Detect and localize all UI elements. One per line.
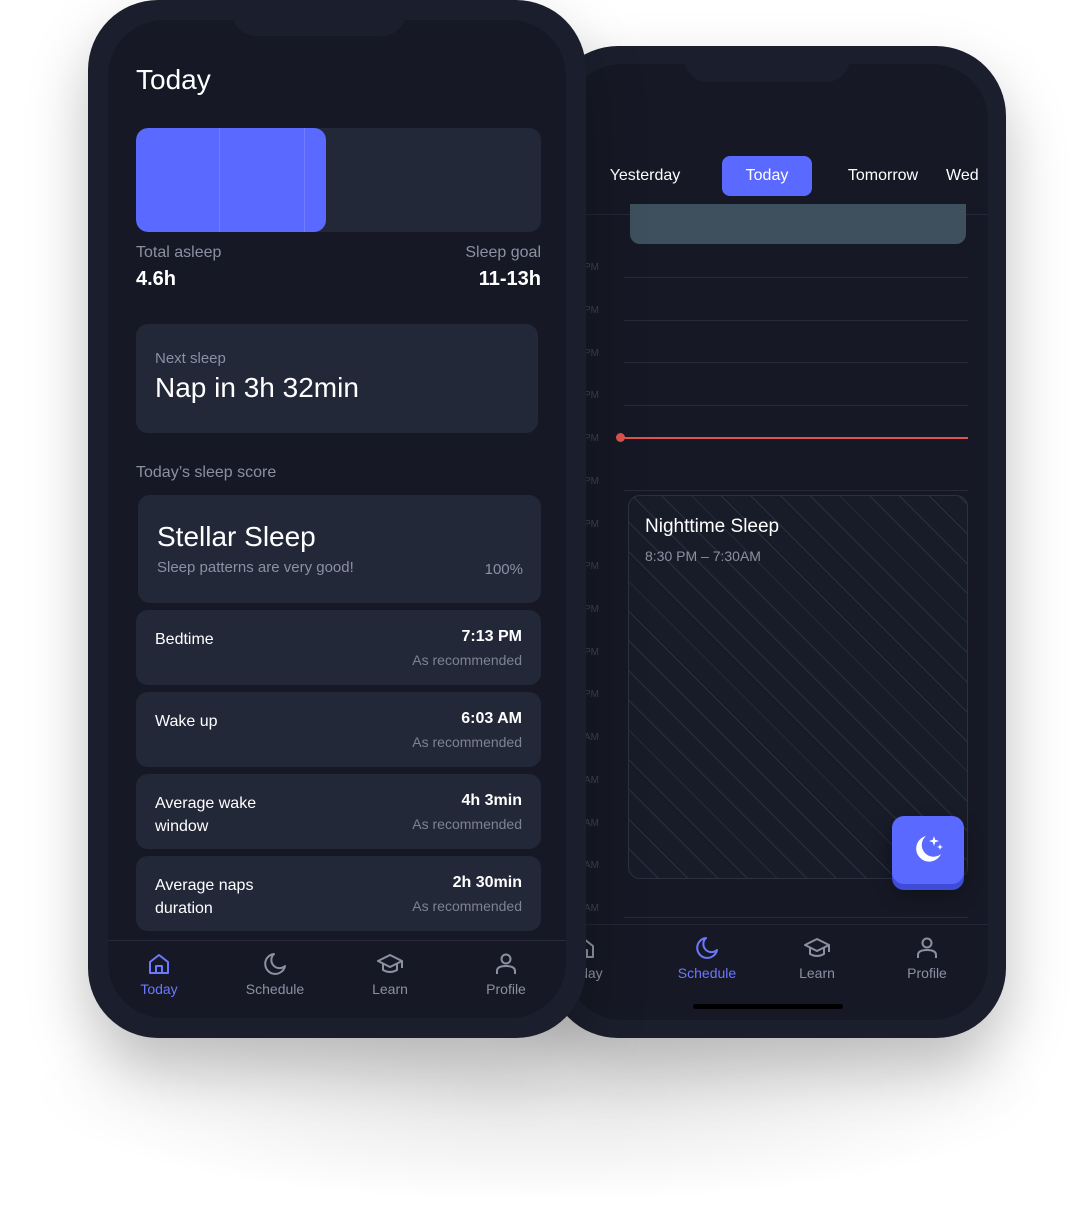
metric-note: As recommended bbox=[412, 898, 522, 914]
home-indicator[interactable] bbox=[693, 1004, 843, 1009]
nav-today[interactable]: Today bbox=[122, 951, 196, 997]
metric-row-wake-up[interactable]: Wake up 6:03 AM As recommended bbox=[136, 692, 541, 767]
day-tab-wed[interactable]: Wed bbox=[946, 156, 988, 196]
hour-label: PM bbox=[584, 519, 599, 530]
nav-schedule[interactable]: Schedule bbox=[230, 951, 320, 997]
hour-label: PM bbox=[584, 305, 599, 316]
metric-note: As recommended bbox=[412, 734, 522, 750]
nav-schedule-label: Schedule bbox=[677, 965, 737, 981]
metric-label: Average wake window bbox=[155, 795, 257, 835]
nav-profile[interactable]: Profile bbox=[467, 951, 545, 997]
sleep-goal-label: Sleep goal bbox=[465, 244, 541, 261]
sleep-goal-value: 11-13h bbox=[478, 268, 541, 290]
day-tab-yesterday[interactable]: Yesterday bbox=[590, 156, 700, 196]
today-screen: Today Total asleep 4.6h Sleep goal 11-13… bbox=[108, 20, 566, 1018]
nav-schedule-label: Schedule bbox=[245, 981, 305, 997]
hour-label: PM bbox=[584, 433, 599, 444]
metric-label: Average naps duration bbox=[155, 877, 254, 917]
next-sleep-card[interactable]: Next sleep Nap in 3h 32min bbox=[136, 324, 538, 433]
day-tab-tomorrow[interactable]: Tomorrow bbox=[828, 156, 938, 196]
nav-profile[interactable]: Profile bbox=[888, 935, 966, 981]
hour-label: AM bbox=[584, 775, 599, 786]
sleep-segment-divider bbox=[304, 128, 305, 232]
hour-label: PM bbox=[584, 561, 599, 572]
sleep-progress-fill bbox=[136, 128, 327, 232]
nav-profile-label: Profile bbox=[907, 965, 947, 981]
sleep-progress-bar bbox=[136, 128, 541, 232]
event-title: Nighttime Sleep bbox=[645, 516, 780, 537]
home-icon bbox=[149, 954, 169, 974]
hour-label: AM bbox=[584, 732, 599, 743]
sleep-score-percent: 100% bbox=[484, 561, 523, 578]
hour-label: PM bbox=[584, 604, 599, 615]
bottom-nav: Today Schedule Learn Profile bbox=[108, 940, 566, 1018]
moon-stars-icon bbox=[916, 836, 943, 862]
hour-label: PM bbox=[584, 262, 599, 273]
metric-value: 4h 3min bbox=[461, 792, 522, 809]
metric-row-naps-duration[interactable]: Average naps duration 2h 30min As recomm… bbox=[136, 856, 541, 931]
sleep-score-subtitle: Sleep patterns are very good! bbox=[157, 559, 354, 576]
grid-line bbox=[624, 362, 968, 363]
total-asleep-value: 4.6h bbox=[136, 268, 177, 290]
graduation-cap-icon bbox=[377, 954, 403, 973]
today-phone: Today Total asleep 4.6h Sleep goal 11-13… bbox=[88, 0, 586, 1038]
hour-label: PM bbox=[584, 390, 599, 401]
hour-label: PM bbox=[584, 647, 599, 658]
moon-icon bbox=[696, 937, 718, 959]
event-time: 8:30 PM – 7:30AM bbox=[645, 548, 761, 564]
moon-icon bbox=[264, 953, 286, 975]
metric-row-wake-window[interactable]: Average wake window 4h 3min As recommend… bbox=[136, 774, 541, 849]
hour-label: AM bbox=[584, 818, 599, 829]
metric-label: Wake up bbox=[155, 713, 218, 730]
hour-label: PM bbox=[584, 689, 599, 700]
sleep-score-title: Stellar Sleep bbox=[157, 521, 316, 552]
nav-schedule[interactable]: Schedule bbox=[662, 935, 752, 981]
schedule-phone: Yesterday Today Tomorrow Wed PM PM PM PM… bbox=[548, 46, 1006, 1038]
grid-line bbox=[624, 917, 968, 918]
metric-row-bedtime[interactable]: Bedtime 7:13 PM As recommended bbox=[136, 610, 541, 685]
current-time-line bbox=[622, 437, 968, 439]
grid-line bbox=[624, 320, 968, 321]
person-icon bbox=[496, 953, 516, 974]
person-icon bbox=[917, 937, 937, 958]
metric-value: 2h 30min bbox=[452, 874, 522, 891]
nav-profile-label: Profile bbox=[486, 981, 526, 997]
current-time-dot bbox=[616, 433, 625, 442]
metric-note: As recommended bbox=[412, 652, 522, 668]
grid-line bbox=[624, 405, 968, 406]
metric-value: 6:03 AM bbox=[461, 710, 522, 727]
metric-value: 7:13 PM bbox=[461, 628, 522, 645]
hour-label: AM bbox=[584, 860, 599, 871]
metric-label: Bedtime bbox=[155, 631, 214, 648]
add-sleep-button[interactable] bbox=[892, 816, 964, 884]
nav-learn[interactable]: Learn bbox=[778, 935, 856, 981]
next-sleep-label: Next sleep bbox=[155, 350, 226, 367]
hour-label: PM bbox=[584, 348, 599, 359]
sleep-score-card[interactable]: Stellar Sleep Sleep patterns are very go… bbox=[138, 495, 541, 603]
graduation-cap-icon bbox=[804, 938, 830, 957]
hour-label: AM bbox=[584, 903, 599, 914]
hour-label: PM bbox=[584, 476, 599, 487]
previous-event-block[interactable] bbox=[630, 204, 966, 244]
schedule-screen: Yesterday Today Tomorrow Wed PM PM PM PM… bbox=[566, 64, 988, 1020]
total-asleep-label: Total asleep bbox=[136, 244, 222, 261]
metric-note: As recommended bbox=[412, 816, 522, 832]
sleep-segment-divider bbox=[219, 128, 220, 232]
nav-learn-label: Learn bbox=[799, 965, 835, 981]
day-tab-today[interactable]: Today bbox=[722, 156, 812, 196]
notch bbox=[684, 46, 850, 82]
sleep-score-section-label: Today’s sleep score bbox=[136, 464, 277, 481]
grid-line bbox=[624, 277, 968, 278]
nav-learn[interactable]: Learn bbox=[351, 951, 429, 997]
notch bbox=[232, 0, 406, 36]
page-title: Today bbox=[136, 64, 211, 95]
nav-today-label: Today bbox=[140, 981, 178, 997]
nav-learn-label: Learn bbox=[372, 981, 408, 997]
next-sleep-value: Nap in 3h 32min bbox=[155, 372, 359, 403]
grid-line bbox=[624, 490, 968, 491]
